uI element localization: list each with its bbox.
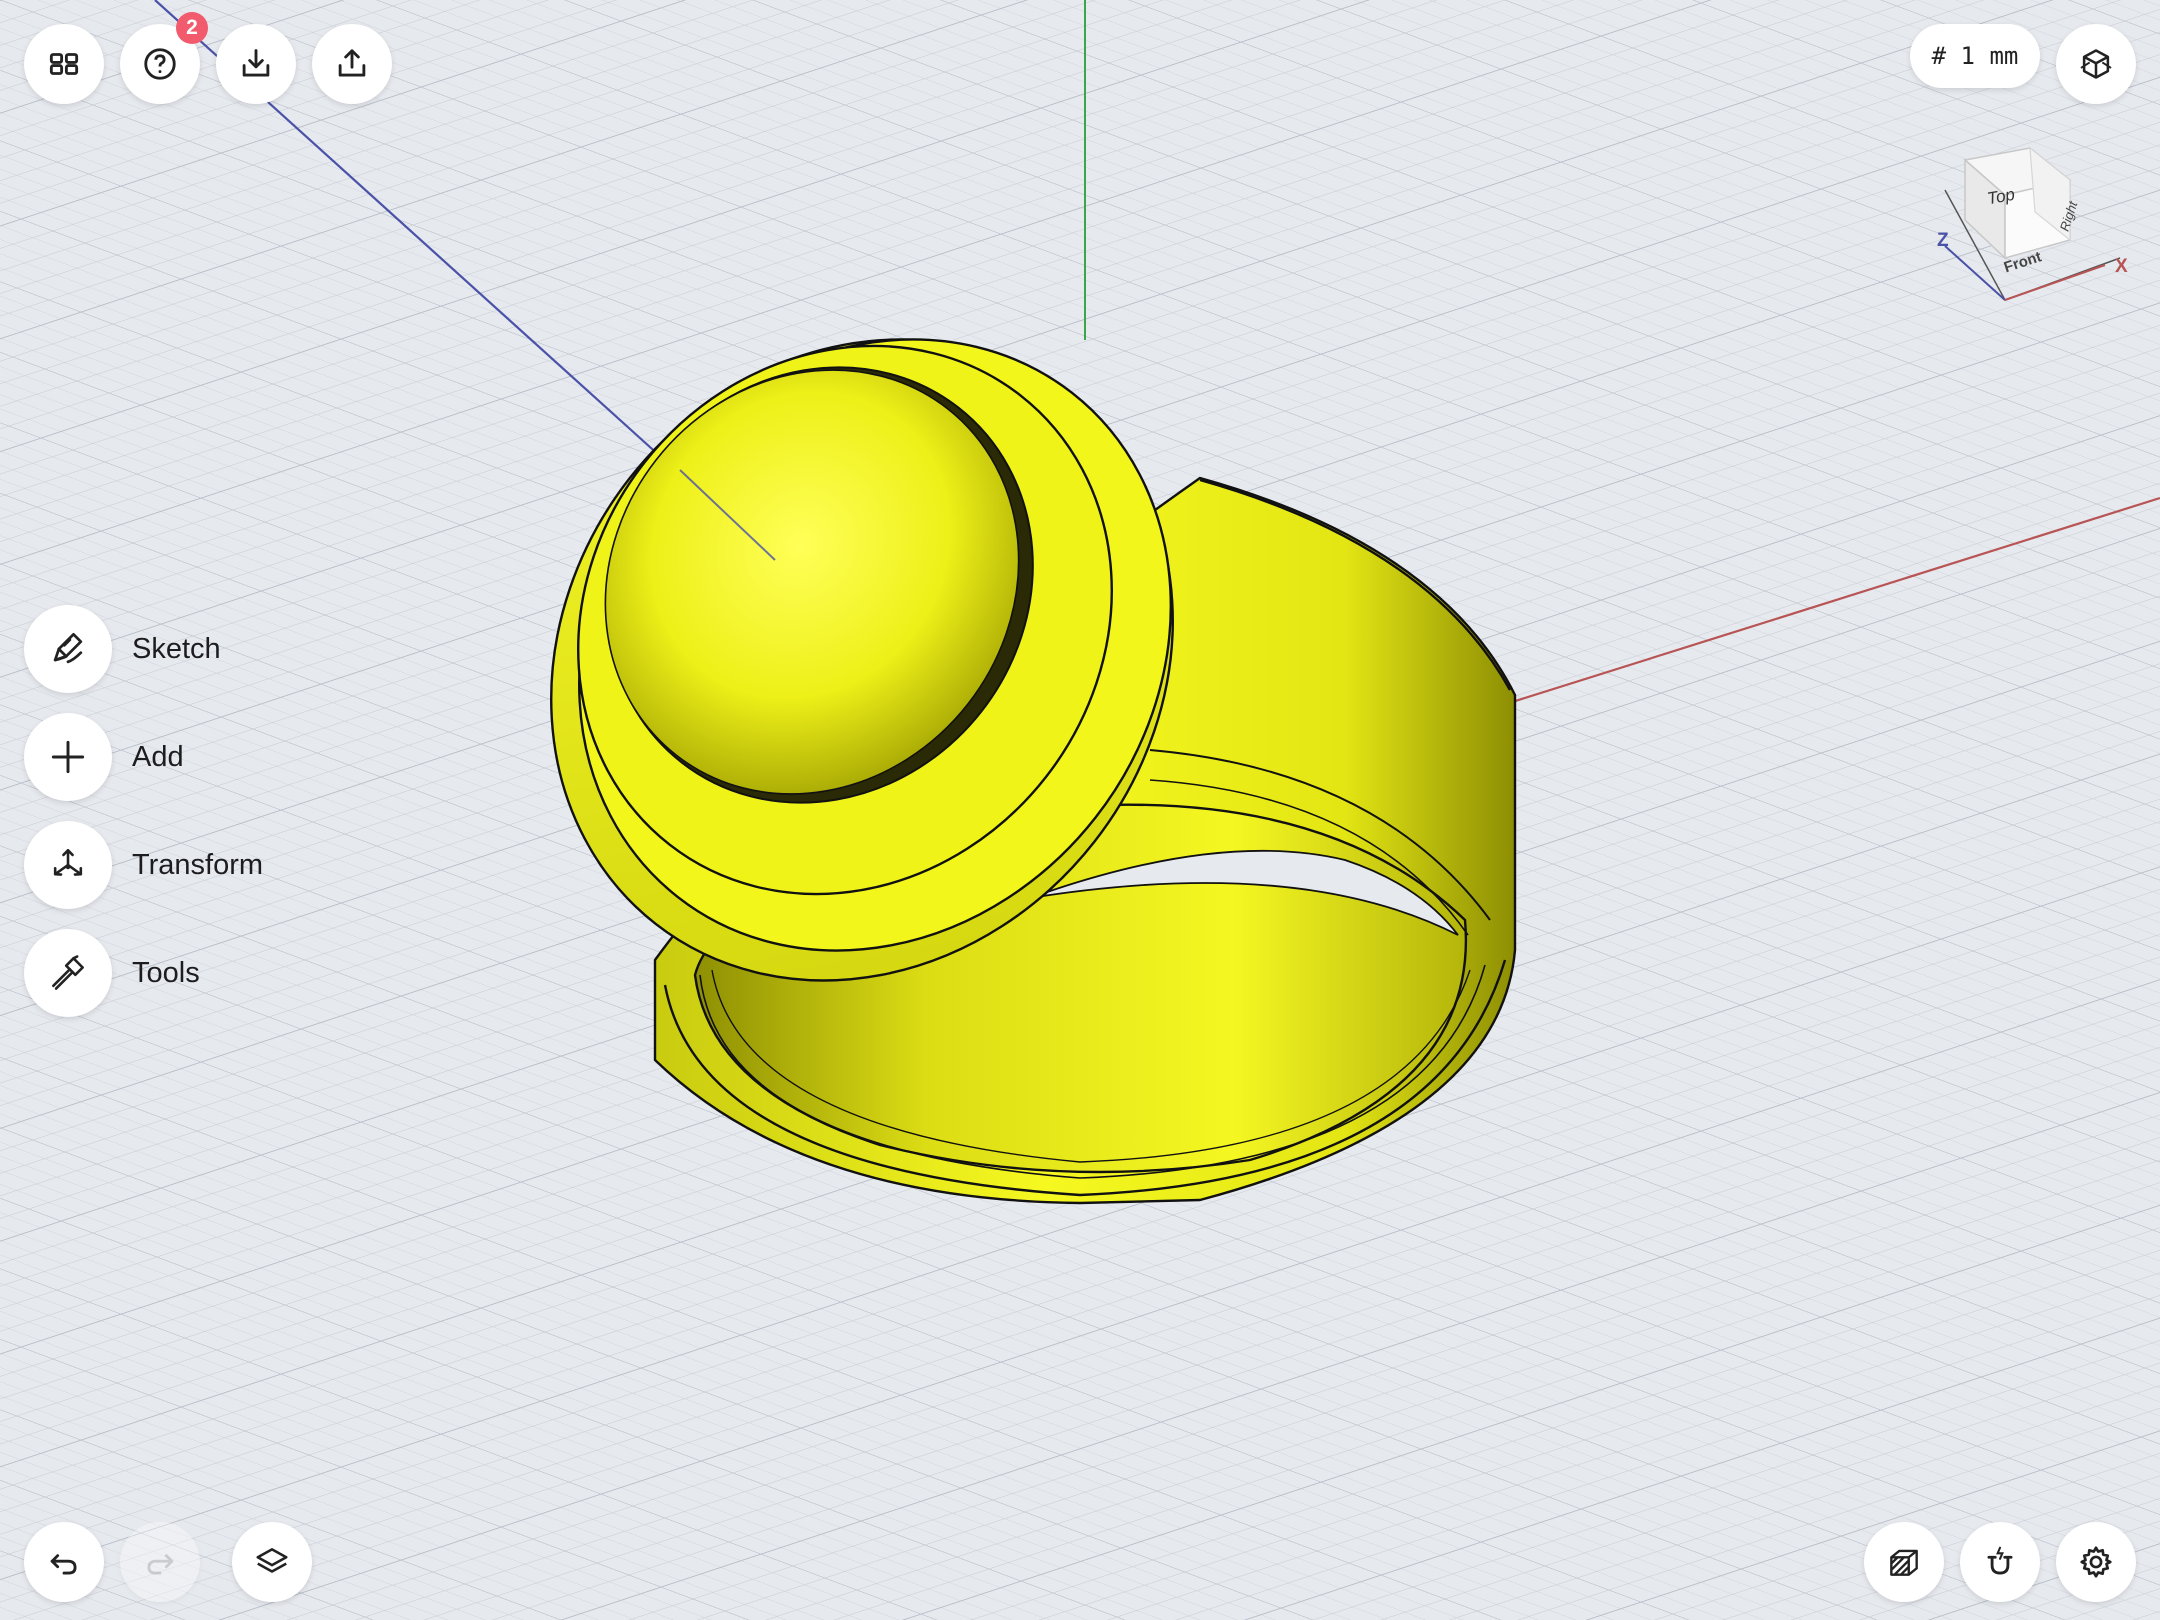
plus-icon [51,740,85,774]
gear-icon [2080,1546,2112,1578]
transform-label[interactable]: Transform [132,847,263,883]
sketch-label[interactable]: Sketch [132,631,221,667]
add-button[interactable] [24,713,112,801]
add-label[interactable]: Add [132,739,184,775]
view-cube-body[interactable] [1963,146,2072,260]
sketch-button[interactable] [24,605,112,693]
grid-icon [49,53,79,75]
redo-icon [147,1554,174,1575]
tools-label[interactable]: Tools [132,955,200,991]
import-button[interactable] [216,24,296,104]
transform-icon [53,849,83,876]
axis-z-label: Z [1937,230,1949,251]
hammer-icon [52,955,84,990]
export-icon [338,49,366,77]
layers-button[interactable] [232,1522,312,1602]
cube-view-icon [2080,49,2112,79]
snapping-button[interactable] [1960,1522,2040,1602]
grid-size-label: # 1 mm [1931,42,2019,70]
home-button[interactable] [24,24,104,104]
transform-button[interactable] [24,821,112,909]
pencil-icon [53,632,83,664]
magnet-icon [1987,1546,2013,1575]
grid-size-button[interactable]: # 1 mm [1910,24,2040,88]
section-view-button[interactable] [1864,1522,1944,1602]
section-view-icon [1890,1549,1918,1576]
layers-icon [256,1548,288,1573]
view-cube[interactable]: Top Front Right Z X [1935,140,2135,310]
import-icon [242,49,270,77]
undo-icon [50,1554,77,1575]
settings-button[interactable] [2056,1522,2136,1602]
axis-x-label: X [2115,256,2128,277]
help-icon [144,48,176,80]
undo-button[interactable] [24,1522,104,1602]
redo-button[interactable] [120,1522,200,1602]
view-mode-button[interactable] [2056,24,2136,104]
notification-badge: 2 [176,12,208,44]
tools-button[interactable] [24,929,112,1017]
3d-viewport[interactable] [0,0,2160,1620]
export-button[interactable] [312,24,392,104]
